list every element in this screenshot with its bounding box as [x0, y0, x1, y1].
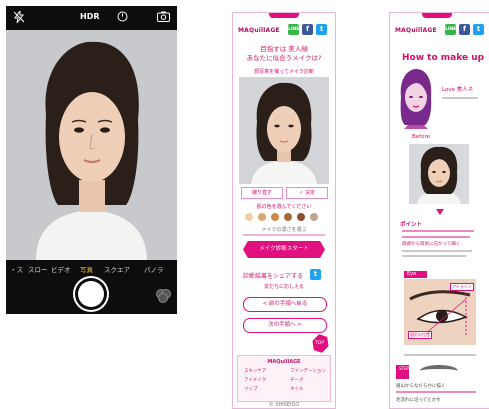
- footer-title: MAQuillAGE: [267, 359, 301, 365]
- facebook-share-icon[interactable]: f: [459, 24, 470, 35]
- twitter-share-icon[interactable]: t: [473, 24, 484, 35]
- camera-viewfinder: [6, 30, 177, 260]
- headline-line2: あなたに似合うメイクは?: [246, 54, 322, 62]
- timer-icon[interactable]: [117, 11, 128, 26]
- flash-off-icon[interactable]: [13, 9, 25, 27]
- footer-menu: MAQuillAGE スキンケア ファンデーション アイメイク チーク リップ …: [237, 355, 331, 402]
- facebook-share-icon[interactable]: f: [302, 24, 313, 35]
- color-prompt: 肌の色を選んでください: [256, 204, 312, 210]
- headline-line1: 目指すは 美人顔: [260, 45, 308, 53]
- skin-swatch[interactable]: [271, 213, 279, 221]
- mode-slow[interactable]: スロー: [28, 264, 48, 274]
- twitter-share-icon[interactable]: t: [316, 24, 327, 35]
- skin-swatch[interactable]: [310, 213, 318, 221]
- camera-switch-icon[interactable]: [157, 11, 170, 26]
- confirm-button[interactable]: ✓ 決定: [286, 187, 328, 199]
- eye-tag-brow: 眉尻の位置: [408, 331, 432, 339]
- diagnosis-page: MAQuillAGE LINE f t 目指すは 美人顔 あなたに似合うメイクは…: [232, 12, 336, 409]
- before-photo: [409, 144, 469, 204]
- eye-section-bar: Eye: [404, 271, 427, 278]
- share-text: 診断結果をシェアする: [243, 273, 304, 280]
- down-arrow-icon: [436, 209, 444, 215]
- camera-app-screenshot: HDR ・ス スロー ビデオ 写真 スクエア パノラ: [6, 6, 177, 314]
- notes-line: [402, 255, 466, 257]
- prev-step-button[interactable]: < 前の手順へ戻る: [243, 297, 327, 312]
- camera-mode-selector[interactable]: ・ス スロー ビデオ 写真 スクエア パノラ: [6, 264, 177, 278]
- notes-line: [402, 230, 474, 232]
- footer-link[interactable]: アイメイク: [244, 377, 266, 383]
- skin-swatch[interactable]: [258, 213, 266, 221]
- notes-title: ポイント: [400, 222, 423, 228]
- copyright: © SHISEIDO: [268, 402, 300, 408]
- start-diagnosis-button[interactable]: メイク診断スタート: [243, 241, 325, 258]
- howto-page: MAQuillAGE LINE f t How to make up Love …: [389, 12, 489, 409]
- mode-square[interactable]: スクエア: [104, 264, 130, 274]
- notes-text: 目頭から目尻に向かって細く: [402, 242, 461, 247]
- makeup-illustration: [395, 67, 435, 129]
- notes-line: [402, 250, 472, 252]
- skin-swatch[interactable]: [284, 213, 292, 221]
- mode-photo[interactable]: 写真: [80, 264, 93, 274]
- eye-tag: アイライン: [450, 283, 474, 291]
- top-label[interactable]: TOP: [315, 341, 324, 346]
- step-badge: STEP: [396, 365, 409, 379]
- header-tab: [422, 13, 452, 18]
- line-share-icon[interactable]: LINE: [288, 24, 299, 35]
- filters-icon[interactable]: [156, 289, 171, 303]
- footer-link[interactable]: ネイル: [290, 386, 304, 392]
- share-sub[interactable]: 友だちにおしえる: [237, 283, 331, 290]
- mode-video[interactable]: ビデオ: [51, 264, 71, 274]
- twitter-result-icon[interactable]: t: [310, 269, 321, 280]
- eye-caption-line: [404, 354, 476, 356]
- slider-hint: メイクの濃さを選ぶ: [261, 227, 307, 233]
- retake-button[interactable]: 撮り直す: [241, 187, 283, 199]
- mode-pano[interactable]: パノラ: [144, 264, 164, 274]
- skin-swatch[interactable]: [245, 213, 253, 221]
- eyebrow-icon: [420, 365, 458, 377]
- illustration-caption: Love 美人ネ: [442, 87, 474, 93]
- next-step-button[interactable]: 次の手順へ >: [243, 318, 327, 333]
- footer-link[interactable]: チーク: [290, 377, 304, 383]
- hdr-toggle[interactable]: HDR: [80, 11, 100, 23]
- captured-photo: [239, 77, 329, 184]
- footer-link[interactable]: スキンケア: [244, 368, 266, 374]
- portrait-photo: [6, 30, 177, 260]
- caption-line: [442, 97, 478, 99]
- subline: 顔写真を撮ってメイク診断: [254, 69, 314, 75]
- footer-link[interactable]: リップ: [244, 386, 258, 392]
- intensity-slider[interactable]: [243, 234, 325, 236]
- brand-logo[interactable]: MAQuillAGE: [395, 27, 437, 34]
- mode-dot: ・ス: [10, 266, 23, 274]
- header-tab: [269, 13, 299, 18]
- step-text-2: 毛流れに沿ってとかす: [396, 398, 441, 403]
- notes-line: [402, 236, 470, 238]
- skin-swatch[interactable]: [297, 213, 305, 221]
- line-share-icon[interactable]: LINE: [445, 24, 456, 35]
- brand-logo[interactable]: MAQuillAGE: [238, 27, 280, 34]
- step-line: [396, 391, 476, 393]
- footer-link[interactable]: ファンデーション: [290, 368, 326, 374]
- camera-top-bar: HDR: [6, 6, 177, 30]
- section-before-label: Before: [412, 134, 430, 140]
- step-text-1: 眉山からなだらかに描く: [396, 384, 446, 389]
- howto-title: How to make up: [402, 53, 485, 63]
- shutter-button[interactable]: [78, 281, 104, 307]
